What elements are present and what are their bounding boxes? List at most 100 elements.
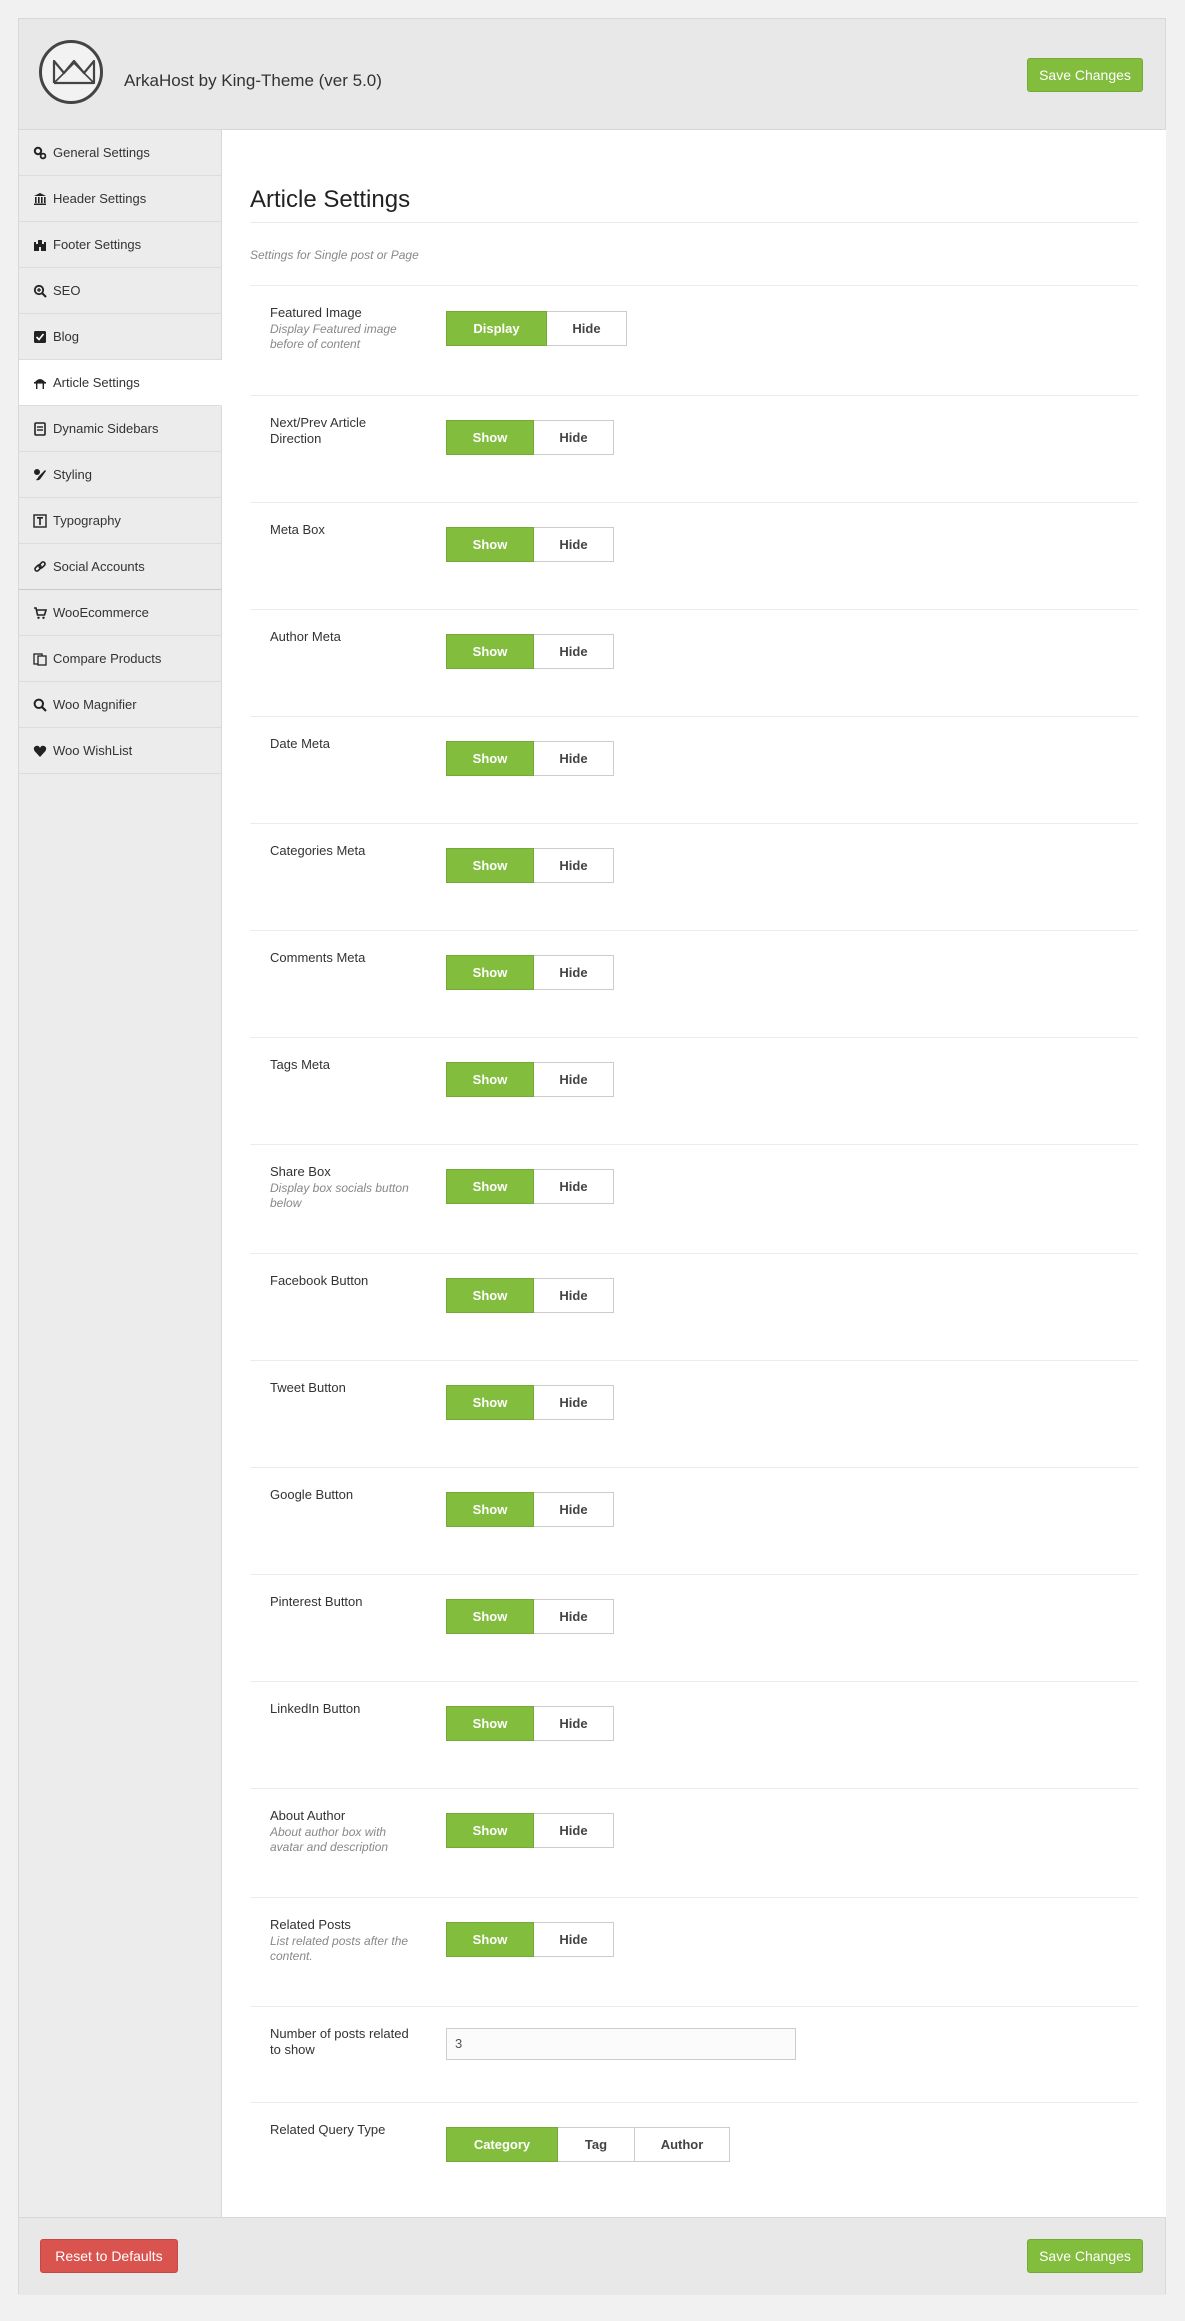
pinterest-button-show-button[interactable]: Show: [446, 1599, 534, 1634]
sidebar-item-woo-magnifier[interactable]: Woo Magnifier: [19, 682, 221, 728]
query-type-category-button[interactable]: Category: [446, 2127, 558, 2162]
panel-header: ArkaHost by King-Theme (ver 5.0) Save Ch…: [19, 19, 1165, 130]
setting-label: Author Meta: [270, 629, 420, 645]
setting-row-comments-meta: Comments Meta Show Hide: [250, 930, 1138, 1037]
setting-row-pinterest-button: Pinterest Button Show Hide: [250, 1574, 1138, 1681]
share-box-show-button[interactable]: Show: [446, 1169, 534, 1204]
sidebar-item-compare-products[interactable]: Compare Products: [19, 636, 221, 682]
crown-logo-icon: [39, 40, 103, 104]
meta-box-show-button[interactable]: Show: [446, 527, 534, 562]
categories-meta-show-button[interactable]: Show: [446, 848, 534, 883]
setting-title: Share Box: [270, 1164, 331, 1179]
related-posts-hide-button[interactable]: Hide: [534, 1922, 614, 1957]
share-box-hide-button[interactable]: Hide: [534, 1169, 614, 1204]
sidebar-item-general-settings[interactable]: General Settings: [19, 130, 221, 176]
sidebar-item-dynamic-sidebars[interactable]: Dynamic Sidebars: [19, 406, 221, 452]
google-button-hide-button[interactable]: Hide: [534, 1492, 614, 1527]
setting-title: Tweet Button: [270, 1380, 346, 1395]
setting-row-meta-box: Meta Box Show Hide: [250, 502, 1138, 609]
setting-title: Tags Meta: [270, 1057, 330, 1072]
compare-icon: [33, 652, 47, 666]
save-changes-bottom-button[interactable]: Save Changes: [1027, 2239, 1143, 2273]
desk-icon: [33, 376, 47, 390]
setting-label: LinkedIn Button: [270, 1701, 420, 1717]
featured-image-display-button[interactable]: Display: [446, 311, 547, 346]
page-title: Article Settings: [250, 186, 411, 213]
setting-title: Categories Meta: [270, 843, 366, 858]
featured-image-toggle: Display Hide: [446, 311, 627, 346]
pinterest-button-hide-button[interactable]: Hide: [534, 1599, 614, 1634]
about-author-toggle: Show Hide: [446, 1813, 614, 1848]
google-button-show-button[interactable]: Show: [446, 1492, 534, 1527]
setting-label: Related Posts List related posts after th…: [270, 1917, 420, 1964]
comments-meta-hide-button[interactable]: Hide: [534, 955, 614, 990]
setting-label: Comments Meta: [270, 950, 420, 966]
reset-defaults-button[interactable]: Reset to Defaults: [40, 2239, 178, 2273]
setting-label: Featured Image Display Featured image bef…: [270, 305, 420, 352]
title-divider: [250, 222, 1138, 223]
setting-title: Google Button: [270, 1487, 354, 1502]
setting-description: List related posts after the content.: [270, 1934, 409, 1963]
sidebar-item-blog[interactable]: Blog: [19, 314, 221, 360]
setting-title: About Author: [270, 1808, 346, 1823]
sidebar-item-label: WooEcommerce: [53, 605, 149, 620]
sidebar-item-wooecommerce[interactable]: WooEcommerce: [19, 590, 221, 636]
tags-meta-toggle: Show Hide: [446, 1062, 614, 1097]
related-count-input[interactable]: 3: [446, 2028, 796, 2060]
setting-label: Categories Meta: [270, 843, 420, 859]
sidebar-item-label: Styling: [53, 467, 93, 482]
featured-image-hide-button[interactable]: Hide: [547, 311, 627, 346]
next-prev-article-direction-show-button[interactable]: Show: [446, 420, 534, 455]
comments-meta-show-button[interactable]: Show: [446, 955, 534, 990]
linkedin-button-toggle: Show Hide: [446, 1706, 614, 1741]
save-changes-button[interactable]: Save Changes: [1027, 58, 1143, 92]
meta-box-hide-button[interactable]: Hide: [534, 527, 614, 562]
setting-title: Date Meta: [270, 736, 330, 751]
setting-title: Next/Prev Article Direction: [270, 415, 367, 446]
sidebar-item-social-accounts[interactable]: Social Accounts: [19, 544, 221, 590]
related-posts-show-button[interactable]: Show: [446, 1922, 534, 1957]
setting-title: LinkedIn Button: [270, 1701, 361, 1716]
stack-icon: [33, 421, 47, 436]
share-box-toggle: Show Hide: [446, 1169, 614, 1204]
setting-row-related-count: Number of posts related to show 3: [250, 2006, 1138, 2102]
sidebar-item-label: Footer Settings: [53, 237, 142, 252]
query-type-tag-button[interactable]: Tag: [558, 2127, 635, 2162]
sidebar-item-typography[interactable]: Typography: [19, 498, 221, 544]
gears-icon: [33, 146, 47, 160]
linkedin-button-hide-button[interactable]: Hide: [534, 1706, 614, 1741]
sidebar-item-label: SEO: [53, 283, 81, 298]
sidebar-item-label: Woo WishList: [53, 743, 133, 758]
sidebar-item-woo-wishlist[interactable]: Woo WishList: [19, 728, 221, 774]
setting-row-query-type: Related Query Type Category Tag Author: [250, 2102, 1138, 2212]
sidebar-item-article-settings[interactable]: Article Settings: [19, 360, 222, 406]
setting-title: Related Posts: [270, 1917, 351, 1932]
author-meta-hide-button[interactable]: Hide: [534, 634, 614, 669]
author-meta-show-button[interactable]: Show: [446, 634, 534, 669]
sidebar-item-seo[interactable]: SEO: [19, 268, 221, 314]
options-panel: ArkaHost by King-Theme (ver 5.0) Save Ch…: [18, 18, 1166, 2295]
tags-meta-show-button[interactable]: Show: [446, 1062, 534, 1097]
categories-meta-hide-button[interactable]: Hide: [534, 848, 614, 883]
linkedin-button-show-button[interactable]: Show: [446, 1706, 534, 1741]
sidebar-item-label: General Settings: [53, 145, 150, 160]
date-meta-toggle: Show Hide: [446, 741, 614, 776]
magnifier-icon: [33, 698, 47, 712]
query-type-author-button[interactable]: Author: [635, 2127, 730, 2162]
app-title: ArkaHost by King-Theme (ver 5.0): [124, 71, 382, 90]
sidebar-item-styling[interactable]: Styling: [19, 452, 221, 498]
tags-meta-hide-button[interactable]: Hide: [534, 1062, 614, 1097]
facebook-button-show-button[interactable]: Show: [446, 1278, 534, 1313]
sidebar-item-header-settings[interactable]: Header Settings: [19, 176, 221, 222]
setting-description: Display box socials button below: [270, 1181, 409, 1210]
next-prev-article-direction-hide-button[interactable]: Hide: [534, 420, 614, 455]
tweet-button-show-button[interactable]: Show: [446, 1385, 534, 1420]
facebook-button-hide-button[interactable]: Hide: [534, 1278, 614, 1313]
tweet-button-hide-button[interactable]: Hide: [534, 1385, 614, 1420]
about-author-show-button[interactable]: Show: [446, 1813, 534, 1848]
date-meta-hide-button[interactable]: Hide: [534, 741, 614, 776]
about-author-hide-button[interactable]: Hide: [534, 1813, 614, 1848]
date-meta-show-button[interactable]: Show: [446, 741, 534, 776]
sidebar-item-footer-settings[interactable]: Footer Settings: [19, 222, 221, 268]
castle-icon: [33, 238, 47, 252]
